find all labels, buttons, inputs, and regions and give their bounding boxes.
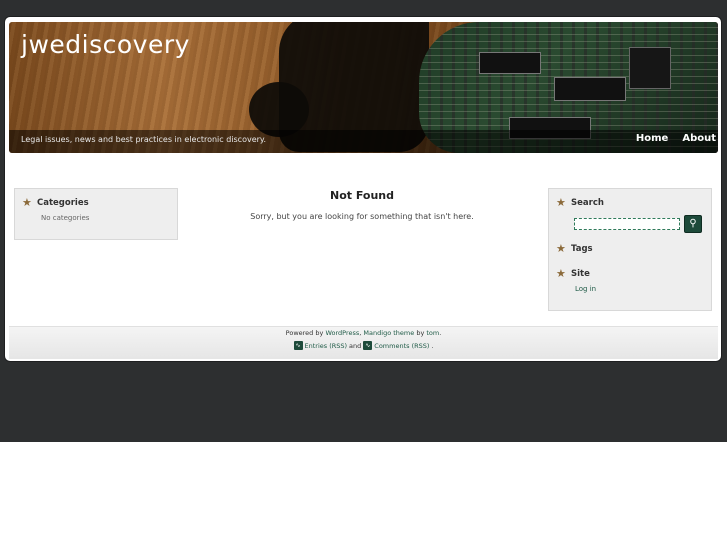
sidebar-left: ★ Categories No categories <box>14 188 178 240</box>
footer-period: . <box>439 329 442 337</box>
footer-rss: ∿ Entries (RSS) and ∿ Comments (RSS). <box>9 341 718 350</box>
theme-link[interactable]: Mandigo theme <box>363 329 414 337</box>
search-input[interactable] <box>574 218 680 230</box>
header-banner: jwediscovery Legal issues, news and best… <box>9 22 718 153</box>
tags-widget-title: ★ Tags <box>556 242 593 255</box>
star-icon: ★ <box>556 196 566 209</box>
footer-end: . <box>431 341 434 350</box>
by-text: by <box>416 329 425 337</box>
tags-title: Tags <box>571 244 593 254</box>
search-widget-title: ★ Search <box>556 196 604 209</box>
chip-shape <box>479 52 541 74</box>
site-widget-label: Site <box>571 269 590 279</box>
page-container: jwediscovery Legal issues, news and best… <box>5 17 721 361</box>
nav-about[interactable]: About <box>682 133 716 144</box>
main-nav: Home About <box>636 133 716 144</box>
search-title: Search <box>571 198 604 208</box>
site-title[interactable]: jwediscovery <box>21 30 190 59</box>
chip-shape <box>629 47 671 89</box>
star-icon: ★ <box>556 242 566 255</box>
nav-home[interactable]: Home <box>636 133 668 144</box>
login-link[interactable]: Log in <box>575 285 596 293</box>
powered-by-text: Powered by <box>285 329 324 337</box>
comments-rss-link[interactable]: Comments (RSS) <box>374 342 429 350</box>
footer-credits: Powered by WordPress, Mandigo theme by t… <box>9 329 718 337</box>
author-link[interactable]: tom <box>426 329 439 337</box>
star-icon: ★ <box>556 267 566 280</box>
footer: Powered by WordPress, Mandigo theme by t… <box>9 326 718 359</box>
footer-comma: , <box>359 329 362 337</box>
magnifier-icon: ⚲ <box>689 218 697 229</box>
entries-rss-link[interactable]: Entries (RSS) <box>305 342 348 350</box>
rss-icon[interactable]: ∿ <box>363 341 373 350</box>
chip-shape <box>554 77 626 101</box>
categories-empty: No categories <box>41 214 90 222</box>
search-button[interactable]: ⚲ <box>684 215 702 233</box>
and-text: and <box>349 341 362 350</box>
sidebar-right: ★ Search ⚲ ★ Tags ★ Site Log in <box>548 188 712 311</box>
wordpress-link[interactable]: WordPress <box>325 329 359 337</box>
rss-icon[interactable]: ∿ <box>293 341 303 350</box>
star-icon: ★ <box>22 196 32 209</box>
not-found-message: Sorry, but you are looking for something… <box>250 212 474 221</box>
site-tagline: Legal issues, news and best practices in… <box>21 135 267 144</box>
categories-title: Categories <box>37 198 89 208</box>
site-widget-title: ★ Site <box>556 267 590 280</box>
puzzle-knob-shape <box>249 82 309 137</box>
page-title: Not Found <box>329 189 394 202</box>
categories-widget-title: ★ Categories <box>22 196 89 209</box>
